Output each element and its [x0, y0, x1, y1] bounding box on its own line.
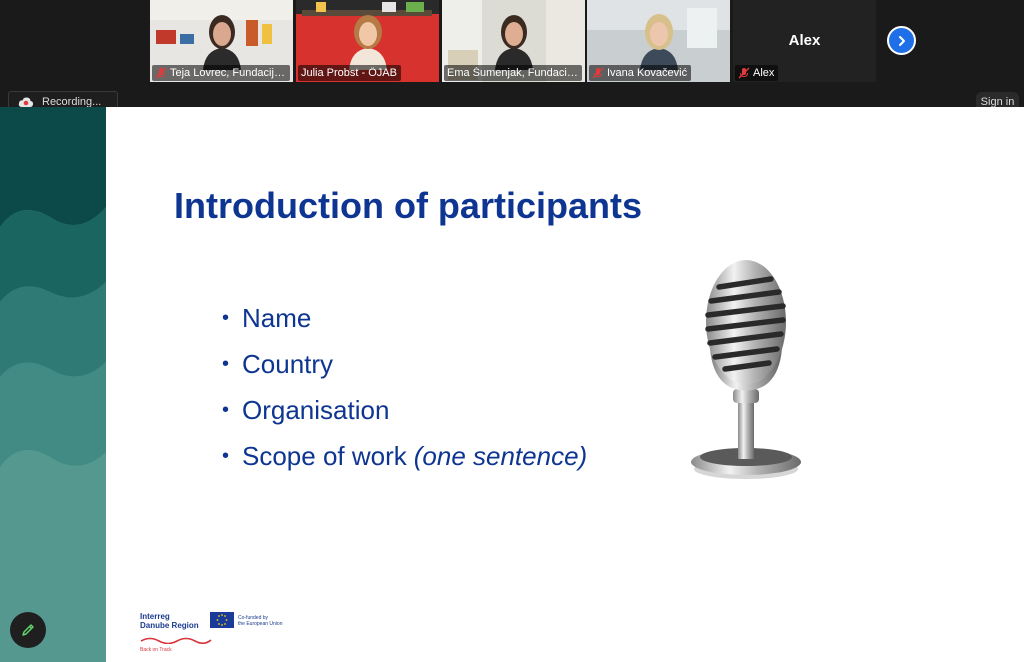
participant-name: Julia Probst - ÖJAB — [301, 67, 397, 79]
participant-strip: Teja Lovrec, Fundacija ... Julia Probst … — [0, 0, 1024, 90]
participant-tile-4[interactable]: Ivana Kovačević — [587, 0, 730, 82]
participant-name-bar: Teja Lovrec, Fundacija ... — [152, 65, 290, 81]
bullet-item: • Country — [222, 348, 334, 379]
mic-off-icon — [155, 67, 167, 79]
interreg-logo-line2: Danube Region — [140, 621, 199, 630]
participant-name: Alex — [753, 67, 775, 79]
participant-display-name: Alex — [788, 32, 821, 49]
participant-name: Ivana Kovačević — [607, 67, 688, 79]
participant-tile-5-no-video[interactable]: Alex Alex — [733, 0, 876, 82]
bullet-note: (one sentence) — [413, 440, 588, 471]
participant-name-bar: Ema Šumenjak, Fundacija ... — [444, 65, 582, 81]
slide-bullet-list: • Name • Country • Organisation • Scope of w… — [222, 295, 587, 479]
mic-off-icon — [738, 67, 750, 79]
mic-off-icon — [592, 67, 604, 79]
bullet-text: Name — [242, 302, 312, 333]
eu-cofund-line2: the European Union — [238, 621, 283, 627]
bullet-text: Scope of work — [242, 440, 407, 471]
participant-tile-1[interactable]: Teja Lovrec, Fundacija ... — [150, 0, 293, 82]
participant-silhouette — [202, 15, 241, 70]
participant-name-bar: Ivana Kovačević — [589, 65, 692, 81]
pencil-icon — [22, 624, 34, 636]
zoom-meeting-window: Teja Lovrec, Fundacija ... Julia Probst … — [0, 0, 1024, 662]
decorative-wave-sidebar — [0, 107, 106, 662]
shared-screen-slide: Introduction of participants • Name • Coun… — [0, 107, 1024, 662]
bullet-item: • Name — [222, 302, 312, 333]
participant-silhouette — [639, 14, 678, 70]
bullet-item: • Scope of work (one sentence) — [222, 440, 588, 471]
interreg-logo-line1: Interreg — [140, 612, 170, 621]
bullet-text: Country — [242, 348, 334, 379]
eu-flag-icon — [210, 612, 234, 628]
participant-name-bar: Julia Probst - ÖJAB — [298, 65, 401, 81]
project-name: Back on Track — [140, 647, 172, 653]
participant-name: Teja Lovrec, Fundacija ... — [170, 67, 286, 79]
slide-title: Introduction of participants — [174, 185, 642, 226]
chevron-right-icon — [898, 35, 905, 46]
bullet-text: Organisation — [242, 394, 390, 425]
participant-silhouette — [348, 15, 387, 70]
funding-logos: Interreg Danube Region Co-funded by the … — [138, 609, 308, 657]
participant-tile-3-speaking[interactable]: Ema Šumenjak, Fundacija ... — [442, 0, 585, 82]
participant-silhouette — [494, 15, 533, 70]
back-on-track-wave-icon — [140, 637, 212, 644]
microphone-image — [691, 260, 801, 479]
participant-tile-2[interactable]: Julia Probst - ÖJAB — [296, 0, 439, 82]
participant-name: Ema Šumenjak, Fundacija ... — [447, 67, 578, 79]
next-participants-button[interactable] — [887, 26, 916, 55]
bullet-item: • Organisation — [222, 394, 390, 425]
participant-name-bar: Alex — [735, 65, 779, 81]
annotate-button[interactable] — [10, 612, 46, 648]
